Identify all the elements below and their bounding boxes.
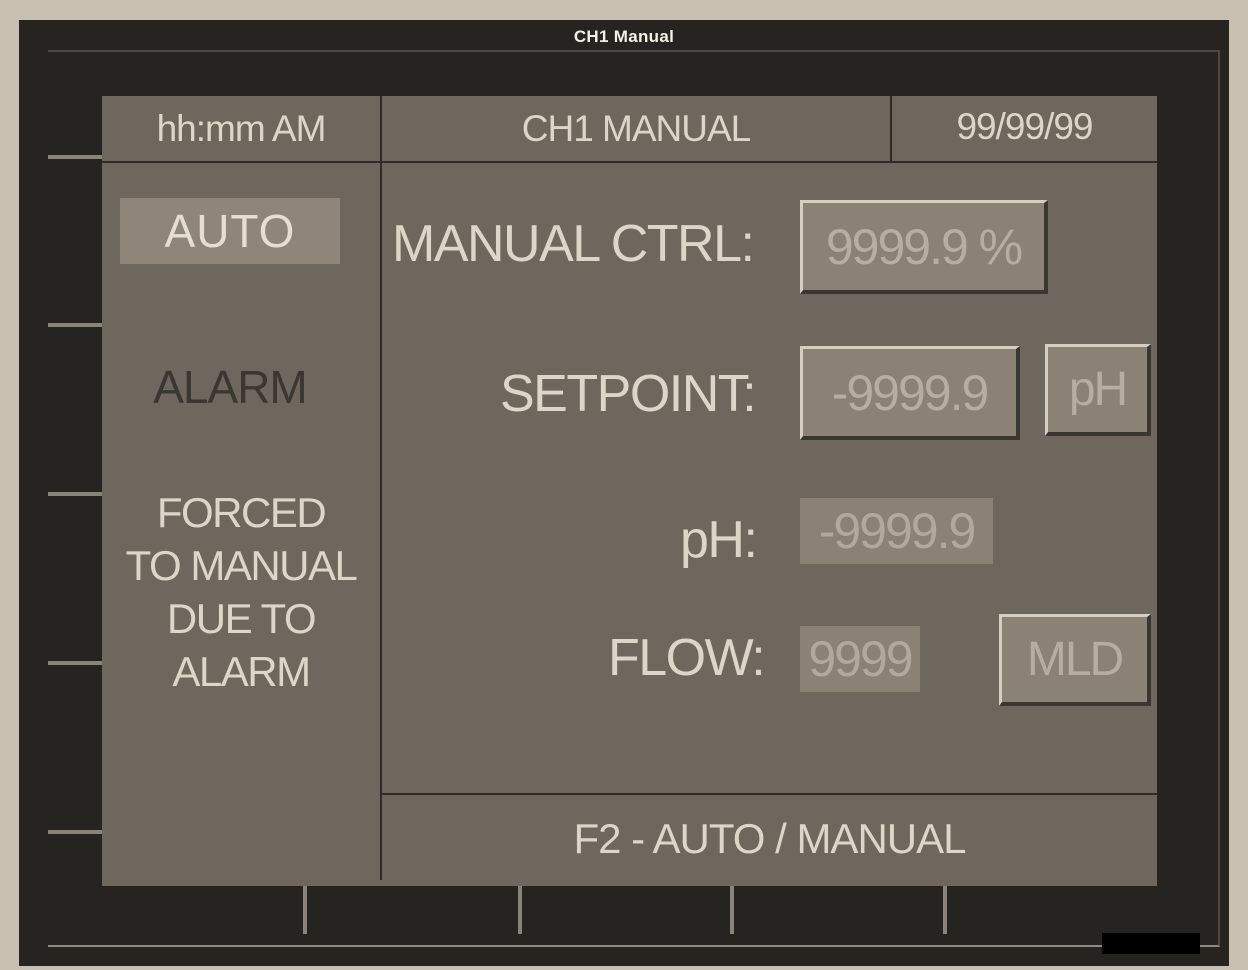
forced-message-line: TO MANUAL	[125, 542, 358, 589]
softkey-divider-left-4	[48, 661, 102, 665]
forced-message-line: ALARM	[172, 648, 311, 695]
header-divider-1	[380, 96, 382, 162]
softkey-divider-left-5	[48, 830, 102, 834]
header-date: 99/99/99	[956, 106, 1093, 147]
softkey-divider-left-3	[48, 492, 102, 496]
footer-divider	[382, 793, 1157, 795]
manual-ctrl-label: MANUAL CTRL:	[392, 215, 755, 273]
screen-title: CH1 MANUAL	[521, 108, 752, 149]
left-panel-divider	[380, 162, 382, 880]
header-time: hh:mm AM	[156, 108, 327, 149]
softkey-divider-left-2	[48, 323, 102, 327]
forced-message-line: DUE TO	[166, 595, 317, 642]
softkey-divider-bottom-4	[943, 886, 947, 934]
forced-manual-message: FORCED TO MANUAL DUE TO ALARM	[102, 486, 380, 698]
softkey-divider-bottom-2	[518, 886, 522, 934]
header-divider	[102, 161, 1157, 163]
hmi-screen: hh:mm AM CH1 MANUAL 99/99/99 AUTO ALARM …	[102, 96, 1157, 886]
alarm-indicator: ALARM	[153, 361, 307, 413]
softkey-divider-bottom-3	[730, 886, 734, 934]
setpoint-unit-button[interactable]: pH	[1045, 344, 1151, 436]
window-title: CH1 Manual	[573, 27, 675, 46]
ph-label: pH:	[680, 511, 758, 569]
setpoint-input[interactable]: -9999.9	[800, 346, 1020, 440]
function-key-f2[interactable]: F2 - AUTO / MANUAL	[382, 796, 1157, 882]
ph-value: -9999.9	[800, 498, 993, 564]
softkey-divider-left-1	[48, 155, 102, 159]
setpoint-label: SETPOINT:	[500, 365, 757, 423]
flow-label: FLOW:	[608, 629, 766, 687]
manual-ctrl-input[interactable]: 9999.9 %	[800, 200, 1048, 294]
flow-value: 9999	[800, 626, 920, 692]
flow-unit-button[interactable]: MLD	[999, 614, 1151, 706]
status-block	[1102, 933, 1200, 954]
softkey-divider-bottom-1	[303, 886, 307, 934]
forced-message-line: FORCED	[156, 489, 327, 536]
mode-indicator-auto[interactable]: AUTO	[120, 198, 340, 264]
header-divider-2	[890, 96, 892, 162]
